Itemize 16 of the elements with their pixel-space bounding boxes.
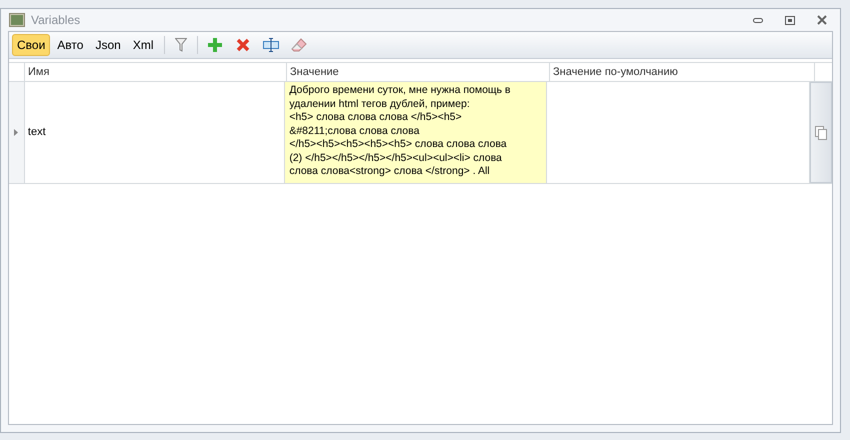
column-header[interactable]: Имя	[25, 63, 287, 81]
maximize-icon	[785, 16, 795, 24]
filter-tab[interactable]: Json	[90, 34, 126, 56]
filter-tab[interactable]: Авто	[52, 34, 88, 56]
picture-window-icon	[9, 13, 25, 27]
copy-icon	[815, 126, 828, 140]
close-icon	[817, 15, 827, 25]
column-header[interactable]: Значение по-умолчанию	[550, 63, 815, 81]
table-cell[interactable]: Доброго времени суток, мне нужна помощь в удалении html тегов дублей, пример: <h5> слова слова слова </h5><h5> &#8211;слова слова слова </h5><h5><h5><h5><h5> слова слова слова (2) </h5></h5></h5></h5><ul><ul><li> слова слова слова<strong> слова </strong> . All	[285, 82, 547, 183]
copy-button[interactable]	[810, 82, 832, 183]
column-header[interactable]: Значение	[287, 63, 550, 81]
filter-tab[interactable]: Свои	[12, 34, 50, 56]
filter-tab[interactable]: Xml	[128, 34, 158, 56]
row-pointer-icon	[14, 129, 18, 136]
minimize-icon	[753, 18, 763, 22]
window-title: Variables	[31, 12, 80, 29]
